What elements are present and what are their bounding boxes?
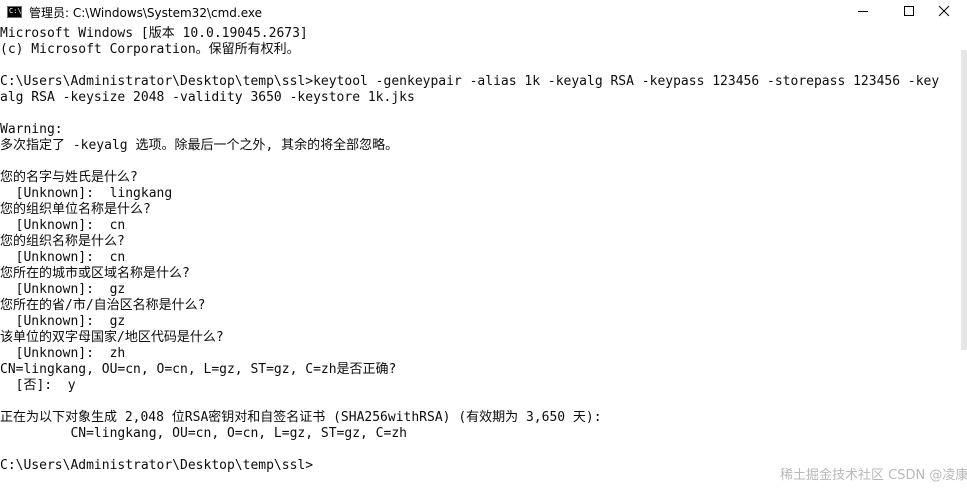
title-bar[interactable]: C:\ 管理员: C:\Windows\System32\cmd.exe: [0, 0, 967, 24]
cmd-window: C:\ 管理员: C:\Windows\System32\cmd.exe Mic…: [0, 0, 967, 493]
console-line: [Unknown]: gz: [0, 282, 126, 297]
cmd-icon[interactable]: C:\: [7, 6, 22, 18]
console-line: C:\Users\Administrator\Desktop\temp\ssl>…: [0, 74, 940, 89]
console-line: 该单位的双字母国家/地区代码是什么?: [0, 330, 224, 345]
console-line: 正在为以下对象生成 2,048 位RSA密钥对和自签名证书 (SHA256wit…: [0, 410, 602, 425]
close-button[interactable]: [921, 0, 967, 22]
console-line: 您的名字与姓氏是什么?: [0, 170, 138, 185]
console-line: [Unknown]: lingkang: [0, 186, 173, 201]
cmd-icon-label: C:\: [9, 7, 22, 15]
console-line: CN=lingkang, OU=cn, O=cn, L=gz, ST=gz, C…: [0, 426, 407, 441]
window-title: 管理员: C:\Windows\System32\cmd.exe: [29, 5, 262, 20]
console-line: 您所在的省/市/自治区名称是什么?: [0, 298, 206, 313]
vertical-scrollbar[interactable]: [960, 26, 967, 493]
console-line: Warning:: [0, 122, 63, 137]
console-line: CN=lingkang, OU=cn, O=cn, L=gz, ST=gz, C…: [0, 362, 397, 377]
console-line: [Unknown]: gz: [0, 314, 126, 329]
console-line: 多次指定了 -keyalg 选项。除最后一个之外, 其余的将全部忽略。: [0, 138, 399, 153]
console-line: [Unknown]: zh: [0, 346, 126, 361]
minimize-icon: [858, 11, 868, 12]
console-line: [否]: y: [0, 378, 76, 393]
console-output[interactable]: Microsoft Windows [版本 10.0.19045.2673] (c…: [0, 26, 960, 493]
console-line: [Unknown]: cn: [0, 218, 126, 233]
close-icon: [938, 5, 950, 17]
minimize-button[interactable]: [840, 0, 886, 22]
console-line: Microsoft Windows [版本 10.0.19045.2673]: [0, 26, 308, 41]
watermark-text: 稀土掘金技术社区 CSDN @凌康ACG: [780, 468, 967, 483]
console-line: 您的组织名称是什么?: [0, 234, 125, 249]
scrollbar-thumb[interactable]: [961, 50, 967, 350]
console-line: 您所在的城市或区域名称是什么?: [0, 266, 190, 281]
console-line: 您的组织单位名称是什么?: [0, 202, 151, 217]
console-line: [Unknown]: cn: [0, 250, 126, 265]
console-line: alg RSA -keysize 2048 -validity 3650 -ke…: [0, 90, 415, 105]
console-line: (c) Microsoft Corporation。保留所有权利。: [0, 42, 300, 57]
maximize-icon: [904, 6, 914, 16]
